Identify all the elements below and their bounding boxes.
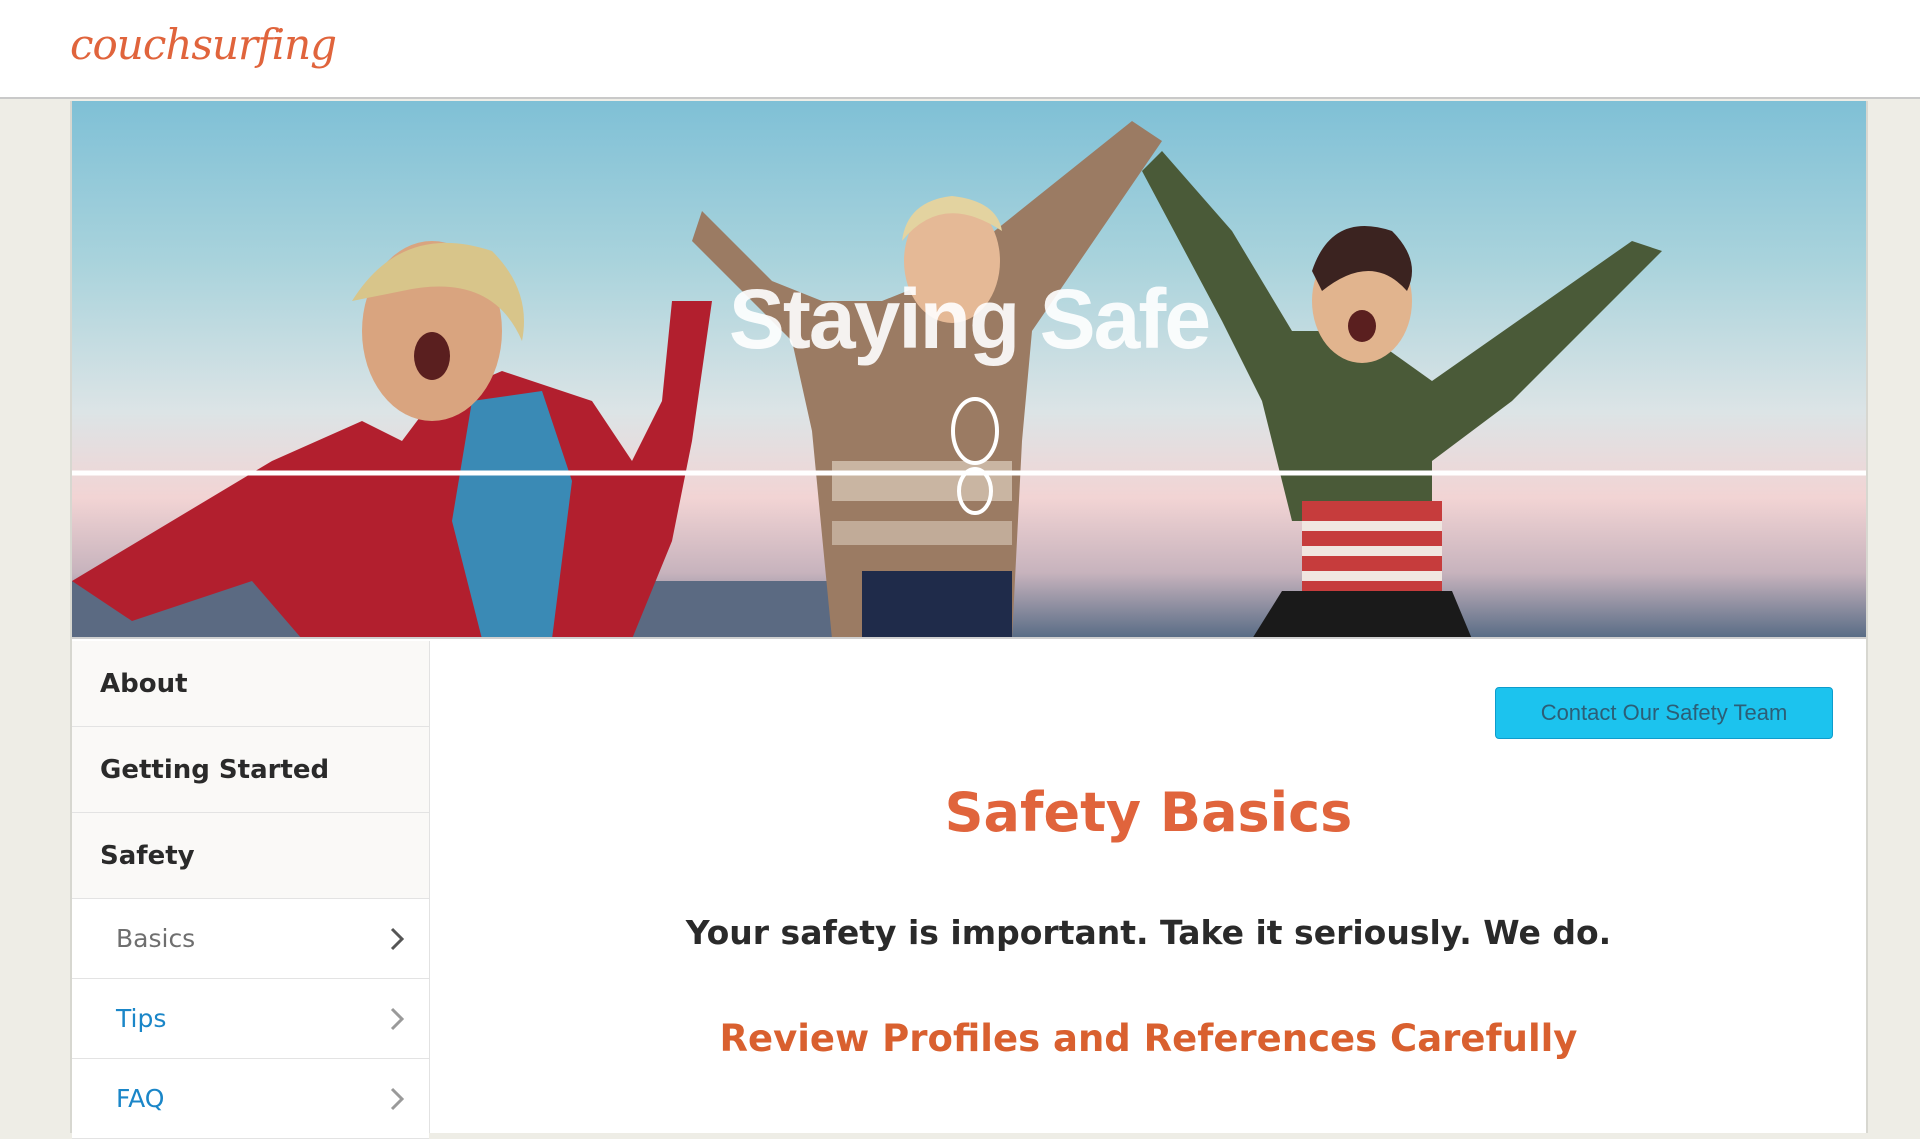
sidebar-subitem-basics[interactable]: Basics <box>72 899 429 979</box>
chevron-right-icon <box>390 927 405 950</box>
sidebar-item-getting-started[interactable]: Getting Started <box>72 727 429 813</box>
person-right <box>1142 151 1662 637</box>
chevron-right-icon <box>390 1087 405 1110</box>
sidebar-item-about[interactable]: About <box>72 641 429 727</box>
sidebar: About Getting Started Safety Basics Tips… <box>72 641 430 1139</box>
top-bar: couchsurfing <box>0 0 1920 99</box>
page-container: Staying Safe About Getting Started Safet… <box>70 101 1868 1139</box>
main-content: Contact Our Safety Team Safety Basics Yo… <box>431 641 1866 1133</box>
section-heading: Review Profiles and References Carefully <box>719 1017 1578 1060</box>
tagline: Your safety is important. Take it seriou… <box>685 913 1612 952</box>
sidebar-subitem-label: Tips <box>116 1004 167 1033</box>
hero-photo <box>72 121 1866 637</box>
chevron-right-icon <box>390 1007 405 1030</box>
sidebar-subitem-tips[interactable]: Tips <box>72 979 429 1059</box>
sidebar-item-safety[interactable]: Safety <box>72 813 429 899</box>
page-title: Safety Basics <box>944 781 1353 844</box>
person-middle <box>692 121 1162 637</box>
sidebar-subitem-label: FAQ <box>116 1084 165 1113</box>
sidebar-subitem-faq[interactable]: FAQ <box>72 1059 429 1139</box>
hero-title: Staying Safe <box>728 272 1211 366</box>
hero-banner: Staying Safe <box>72 101 1866 639</box>
couchsurfing-logo[interactable]: couchsurfing <box>70 20 337 69</box>
contact-safety-team-button[interactable]: Contact Our Safety Team <box>1495 687 1833 739</box>
sidebar-subitem-label: Basics <box>116 924 196 953</box>
